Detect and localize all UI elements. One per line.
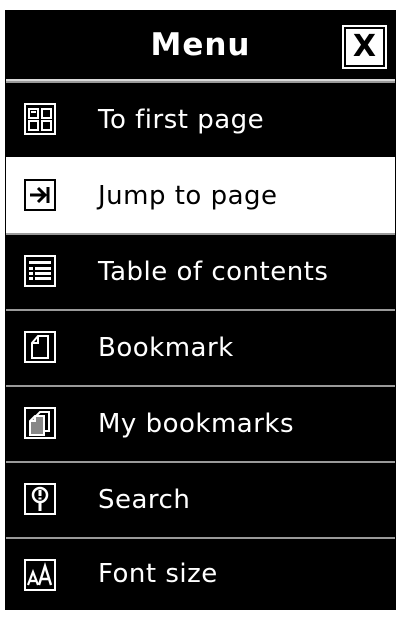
menu-header: Menu X <box>6 11 395 81</box>
my-bookmarks-icon <box>24 407 56 439</box>
font-size-icon <box>24 559 56 591</box>
menu-item-label: My bookmarks <box>98 409 295 439</box>
menu-item-search[interactable]: Search <box>6 461 395 537</box>
menu-item-bookmark[interactable]: Bookmark <box>6 309 395 385</box>
search-icon <box>24 483 56 515</box>
menu-item-label: To first page <box>98 105 265 135</box>
menu-item-label: Bookmark <box>98 333 234 363</box>
first-page-icon <box>24 103 56 135</box>
bookmark-icon <box>24 331 56 363</box>
menu-item-label: Search <box>98 485 191 515</box>
close-button[interactable]: X <box>344 27 385 67</box>
menu-item-label: Table of contents <box>98 257 329 287</box>
menu-item-jump-to-page[interactable]: Jump to page <box>6 157 395 233</box>
reader-menu: Menu X To first page Jump to page Table … <box>5 10 396 610</box>
menu-item-label: Jump to page <box>98 181 278 211</box>
menu-item-table-of-contents[interactable]: Table of contents <box>6 233 395 309</box>
jump-to-page-icon <box>24 179 56 211</box>
menu-item-label: Font size <box>98 559 218 589</box>
menu-item-my-bookmarks[interactable]: My bookmarks <box>6 385 395 461</box>
menu-item-to-first-page[interactable]: To first page <box>6 81 395 157</box>
menu-item-font-size[interactable]: Font size <box>6 537 395 609</box>
menu-title: Menu <box>150 27 251 63</box>
table-of-contents-icon <box>24 255 56 287</box>
